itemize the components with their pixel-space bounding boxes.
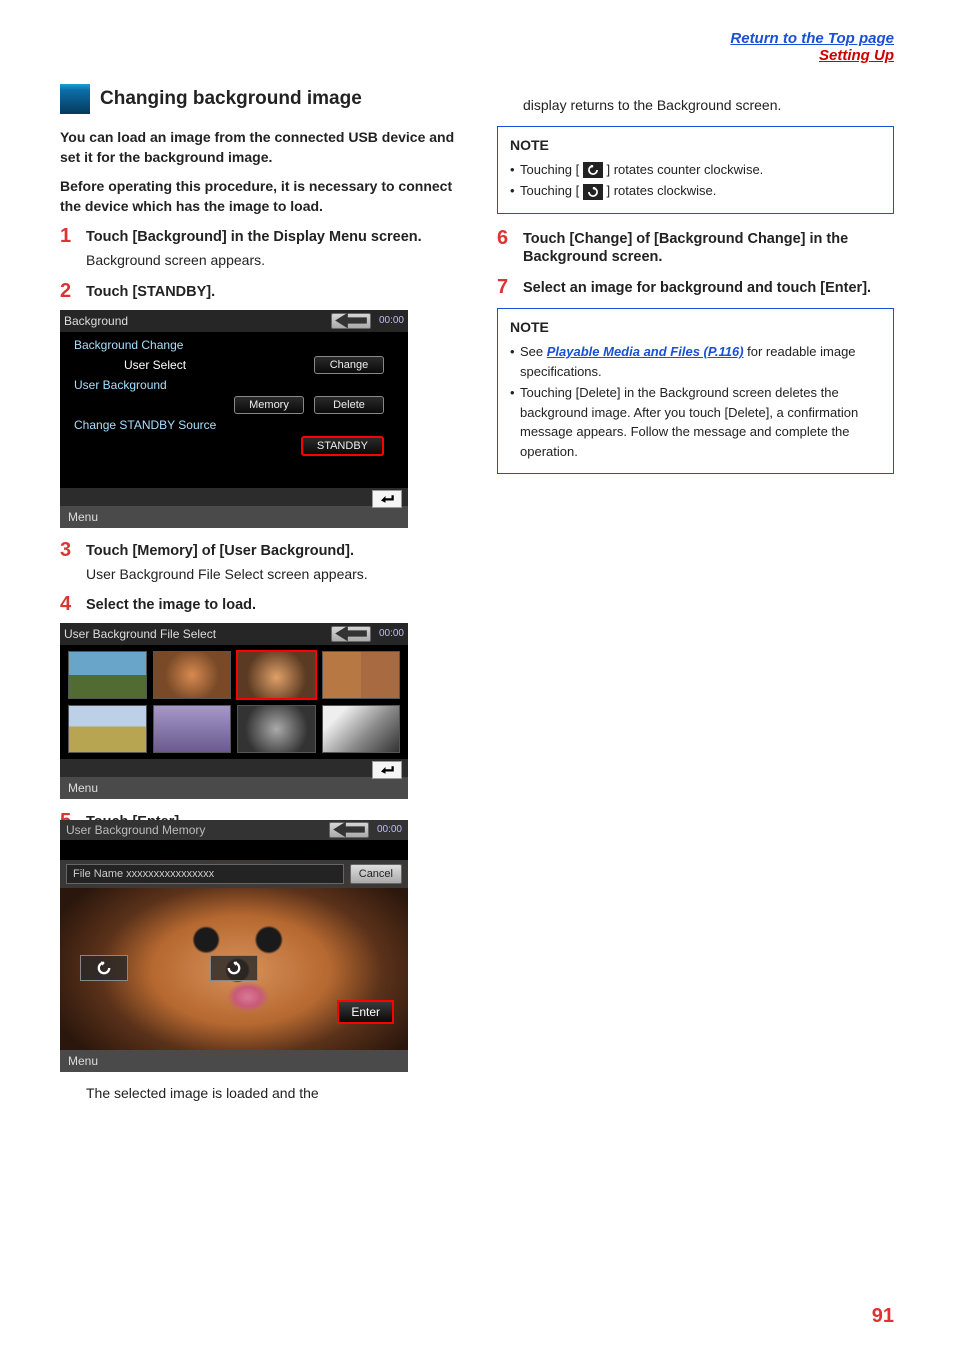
note-title: NOTE bbox=[510, 135, 881, 156]
cancel-button[interactable]: Cancel bbox=[350, 864, 402, 884]
step-number: 2 bbox=[60, 281, 78, 302]
thumbnail[interactable] bbox=[237, 705, 316, 753]
intro-paragraph-2: Before operating this procedure, it is n… bbox=[60, 177, 457, 216]
note-title: NOTE bbox=[510, 317, 881, 338]
memory-button[interactable]: Memory bbox=[234, 396, 304, 414]
section-title: Changing background image bbox=[100, 88, 362, 110]
standby-button[interactable]: STANDBY bbox=[301, 436, 384, 456]
clock: 00:00 bbox=[377, 824, 402, 835]
header-links: Return to the Top page Setting Up bbox=[60, 30, 894, 64]
step-6: 6 Touch [Change] of [Background Change] … bbox=[497, 228, 894, 268]
thumbnail[interactable] bbox=[153, 705, 232, 753]
back-arrow-button[interactable] bbox=[329, 822, 369, 838]
row-label: Change STANDBY Source bbox=[74, 418, 216, 432]
step-2: 2 Touch [STANDBY]. bbox=[60, 281, 457, 302]
step-number: 3 bbox=[60, 540, 78, 561]
step-number: 1 bbox=[60, 226, 78, 247]
step-3: 3 Touch [Memory] of [User Background]. bbox=[60, 540, 457, 561]
rotate-cw-button[interactable] bbox=[210, 955, 258, 981]
playable-media-link[interactable]: Playable Media and Files (P.116) bbox=[547, 344, 744, 359]
screen-title: User Background File Select bbox=[64, 627, 331, 641]
enter-button[interactable]: Enter bbox=[337, 1000, 394, 1024]
step-number: 7 bbox=[497, 277, 515, 298]
thumbnail[interactable] bbox=[68, 705, 147, 753]
setting-up-link[interactable]: Setting Up bbox=[819, 47, 894, 64]
thumbnail-selected[interactable] bbox=[237, 651, 316, 699]
step-number: 6 bbox=[497, 228, 515, 268]
return-icon[interactable] bbox=[372, 761, 402, 779]
step-text: Touch [Change] of [Background Change] in… bbox=[523, 228, 894, 268]
page-number: 91 bbox=[872, 1305, 894, 1328]
note-delete-text: Touching [Delete] in the Background scre… bbox=[510, 383, 881, 461]
note-line-cw: Touching [ ] rotates clockwise. bbox=[510, 181, 881, 201]
return-icon[interactable] bbox=[372, 490, 402, 508]
menu-label[interactable]: Menu bbox=[68, 510, 98, 524]
back-arrow-button[interactable] bbox=[331, 313, 371, 329]
memory-screen-screenshot: User Background Memory 00:00 File Name x… bbox=[60, 840, 408, 1072]
screen-title: User Background Memory bbox=[66, 823, 329, 837]
row-value: User Select bbox=[84, 358, 186, 372]
file-select-screen-screenshot: User Background File Select 00:00 bbox=[60, 623, 408, 799]
step-7: 7 Select an image for background and tou… bbox=[497, 277, 894, 298]
rotate-ccw-button[interactable] bbox=[80, 955, 128, 981]
section-heading: Changing background image bbox=[60, 84, 457, 114]
step-4: 4 Select the image to load. bbox=[60, 594, 457, 615]
delete-button[interactable]: Delete bbox=[314, 396, 384, 414]
menu-label[interactable]: Menu bbox=[68, 781, 98, 795]
step-text: Touch [Memory] of [User Background]. bbox=[86, 540, 354, 561]
return-top-link[interactable]: Return to the Top page bbox=[730, 30, 894, 47]
change-button[interactable]: Change bbox=[314, 356, 384, 374]
thumbnail[interactable] bbox=[68, 651, 147, 699]
rotate-cw-icon bbox=[583, 184, 603, 200]
step-5-sub: The selected image is loaded and the bbox=[86, 1084, 457, 1104]
intro-paragraph-1: You can load an image from the connected… bbox=[60, 128, 457, 167]
step-1-sub: Background screen appears. bbox=[86, 251, 457, 271]
note-see-link: See Playable Media and Files (P.116) for… bbox=[510, 342, 881, 381]
back-arrow-button[interactable] bbox=[331, 626, 371, 642]
step-text: Select an image for background and touch… bbox=[523, 277, 871, 298]
clock: 00:00 bbox=[379, 628, 404, 639]
thumbnail[interactable] bbox=[153, 651, 232, 699]
step-text: Select the image to load. bbox=[86, 594, 256, 615]
screen-title: Background bbox=[64, 314, 331, 328]
note-line-ccw: Touching [ ] rotates counter clockwise. bbox=[510, 160, 881, 180]
clock: 00:00 bbox=[379, 315, 404, 326]
step-text: Touch [STANDBY]. bbox=[86, 281, 215, 302]
note-box-1: NOTE Touching [ ] rotates counter clockw… bbox=[497, 126, 894, 214]
step-text: Touch [Background] in the Display Menu s… bbox=[86, 226, 422, 247]
note-box-2: NOTE See Playable Media and Files (P.116… bbox=[497, 308, 894, 474]
row-label: User Background bbox=[74, 378, 167, 392]
menu-label[interactable]: Menu bbox=[68, 1054, 98, 1068]
step-3-sub: User Background File Select screen appea… bbox=[86, 565, 457, 585]
continuation-text: display returns to the Background screen… bbox=[523, 96, 894, 116]
thumbnail[interactable] bbox=[322, 651, 401, 699]
filename-field: File Name xxxxxxxxxxxxxxxx bbox=[66, 864, 344, 884]
heading-accent-bar bbox=[60, 84, 90, 114]
thumbnail[interactable] bbox=[322, 705, 401, 753]
step-number: 4 bbox=[60, 594, 78, 615]
rotate-ccw-icon bbox=[583, 162, 603, 178]
row-label: Background Change bbox=[74, 338, 183, 352]
background-screen-screenshot: Background 00:00 Background Change User … bbox=[60, 310, 408, 528]
step-1: 1 Touch [Background] in the Display Menu… bbox=[60, 226, 457, 247]
